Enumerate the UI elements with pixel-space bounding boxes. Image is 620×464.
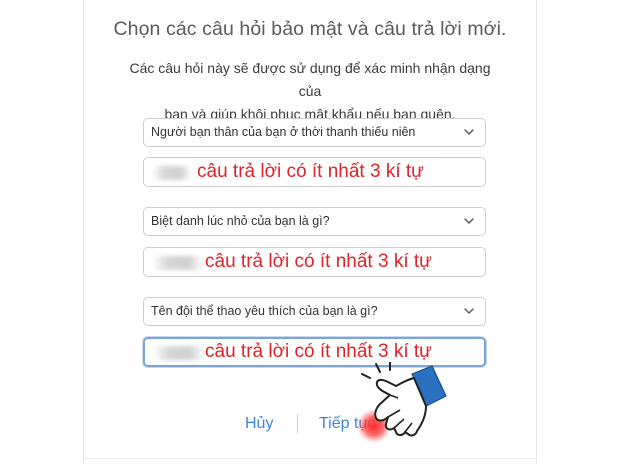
frame-right-edge (536, 0, 537, 464)
answer-3-hint: câu trả lời có ít nhất 3 kí tự (205, 341, 432, 362)
question-2-select[interactable]: Biệt danh lúc nhỏ của bạn là gì? (143, 207, 486, 236)
page-subtitle: Các câu hỏi này sẽ được sử dụng để xác m… (120, 57, 500, 126)
chevron-down-icon (464, 129, 474, 135)
subtitle-line-1: Các câu hỏi này sẽ được sử dụng để xác m… (129, 60, 491, 99)
redacted-answer-2 (152, 256, 204, 270)
question-3-select[interactable]: Tên đội thể thao yêu thích của bạn là gì… (143, 297, 486, 326)
action-divider (297, 414, 298, 433)
redacted-answer-1 (152, 166, 192, 180)
chevron-down-icon (464, 218, 474, 224)
page-title: Chọn các câu hỏi bảo mật và câu trả lời … (113, 18, 507, 40)
frame-bottom-edge (83, 458, 537, 459)
answer-2-hint: câu trả lời có ít nhất 3 kí tự (205, 251, 432, 272)
pointing-hand-icon (357, 362, 447, 443)
question-1-select[interactable]: Người bạn thân của bạn ở thời thanh thiế… (143, 118, 486, 147)
question-2-value: Biệt danh lúc nhỏ của bạn là gì? (151, 214, 330, 228)
frame-left-edge (83, 0, 84, 464)
question-3-value: Tên đội thể thao yêu thích của bạn là gì… (151, 304, 378, 318)
answer-1-hint: câu trả lời có ít nhất 3 kí tự (197, 161, 424, 182)
cancel-button[interactable]: Hủy (245, 415, 273, 433)
question-1-value: Người bạn thân của bạn ở thời thanh thiế… (151, 125, 416, 139)
redacted-answer-3 (153, 346, 205, 360)
answer-2-field[interactable]: câu trả lời có ít nhất 3 kí tự (143, 247, 486, 277)
answer-1-field[interactable]: câu trả lời có ít nhất 3 kí tự (143, 157, 486, 187)
chevron-down-icon (464, 308, 474, 314)
